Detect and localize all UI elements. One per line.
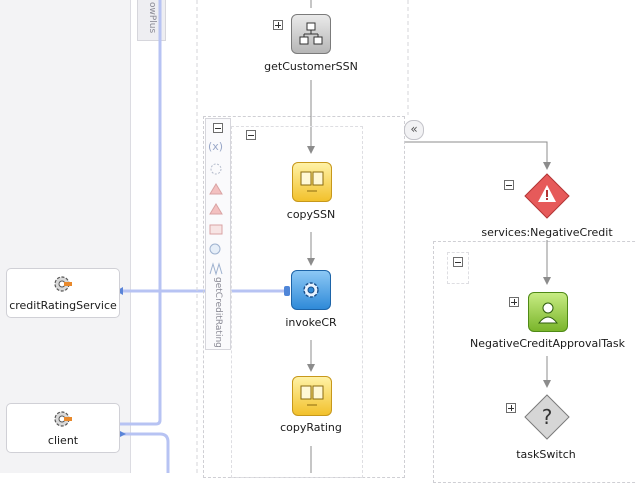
scope-icon [299,22,323,45]
fault-handler-label: services:NegativeCredit [481,226,613,239]
assign-icon [300,171,324,192]
collapse-scope-button[interactable]: « [404,120,424,140]
gear-icon [54,276,72,292]
partner-link-client[interactable]: client [6,403,120,453]
collapse-button[interactable] [504,180,514,190]
svg-text:?: ? [542,405,553,429]
activity-copyssn[interactable] [292,162,332,202]
assign-icon [300,385,324,406]
warning-icon[interactable] [523,172,571,220]
activity-label: copySSN [286,208,336,221]
add-event-handler-icon[interactable] [208,182,226,196]
activity-copyrating[interactable] [292,376,332,416]
partner-link-credit-rating[interactable]: creditRatingService [6,268,120,318]
client-connector [120,0,162,426]
question-icon[interactable]: ? [523,393,571,441]
activity-label: NegativeCreditApprovalTask [470,337,625,350]
gear-icon [54,411,72,427]
scope-name-label: getCreditRating [213,277,223,348]
collapse-button[interactable] [246,130,256,140]
activity-label: invokeCR [285,316,337,329]
activity-label: taskSwitch [516,448,576,461]
activity-negativecreditapprovaltask[interactable] [528,292,568,332]
collapse-button[interactable] [453,257,463,267]
human-task-icon [537,302,559,324]
activity-label: copyRating [280,421,342,434]
activity-invokecr[interactable] [291,270,331,310]
add-compensation-handler-icon[interactable] [208,242,226,256]
expand-button[interactable] [273,20,283,30]
correlation-set-icon[interactable] [208,162,226,176]
add-termination-handler-icon[interactable] [208,262,226,276]
expand-button[interactable] [506,403,516,413]
invoke-icon [303,282,319,298]
collapse-button[interactable] [213,123,223,133]
expand-button[interactable] [509,297,519,307]
add-fault-handler-icon[interactable] [208,222,226,236]
activity-getcustomerssn[interactable] [291,14,331,54]
partner-link-label: client [47,434,79,447]
client-return-connector [102,422,170,473]
variables-icon[interactable]: (x) [208,140,226,154]
add-event-handler-icon[interactable] [208,202,226,216]
activity-label: getCustomerSSN [264,60,358,73]
partner-link-label: creditRatingService [9,299,117,312]
